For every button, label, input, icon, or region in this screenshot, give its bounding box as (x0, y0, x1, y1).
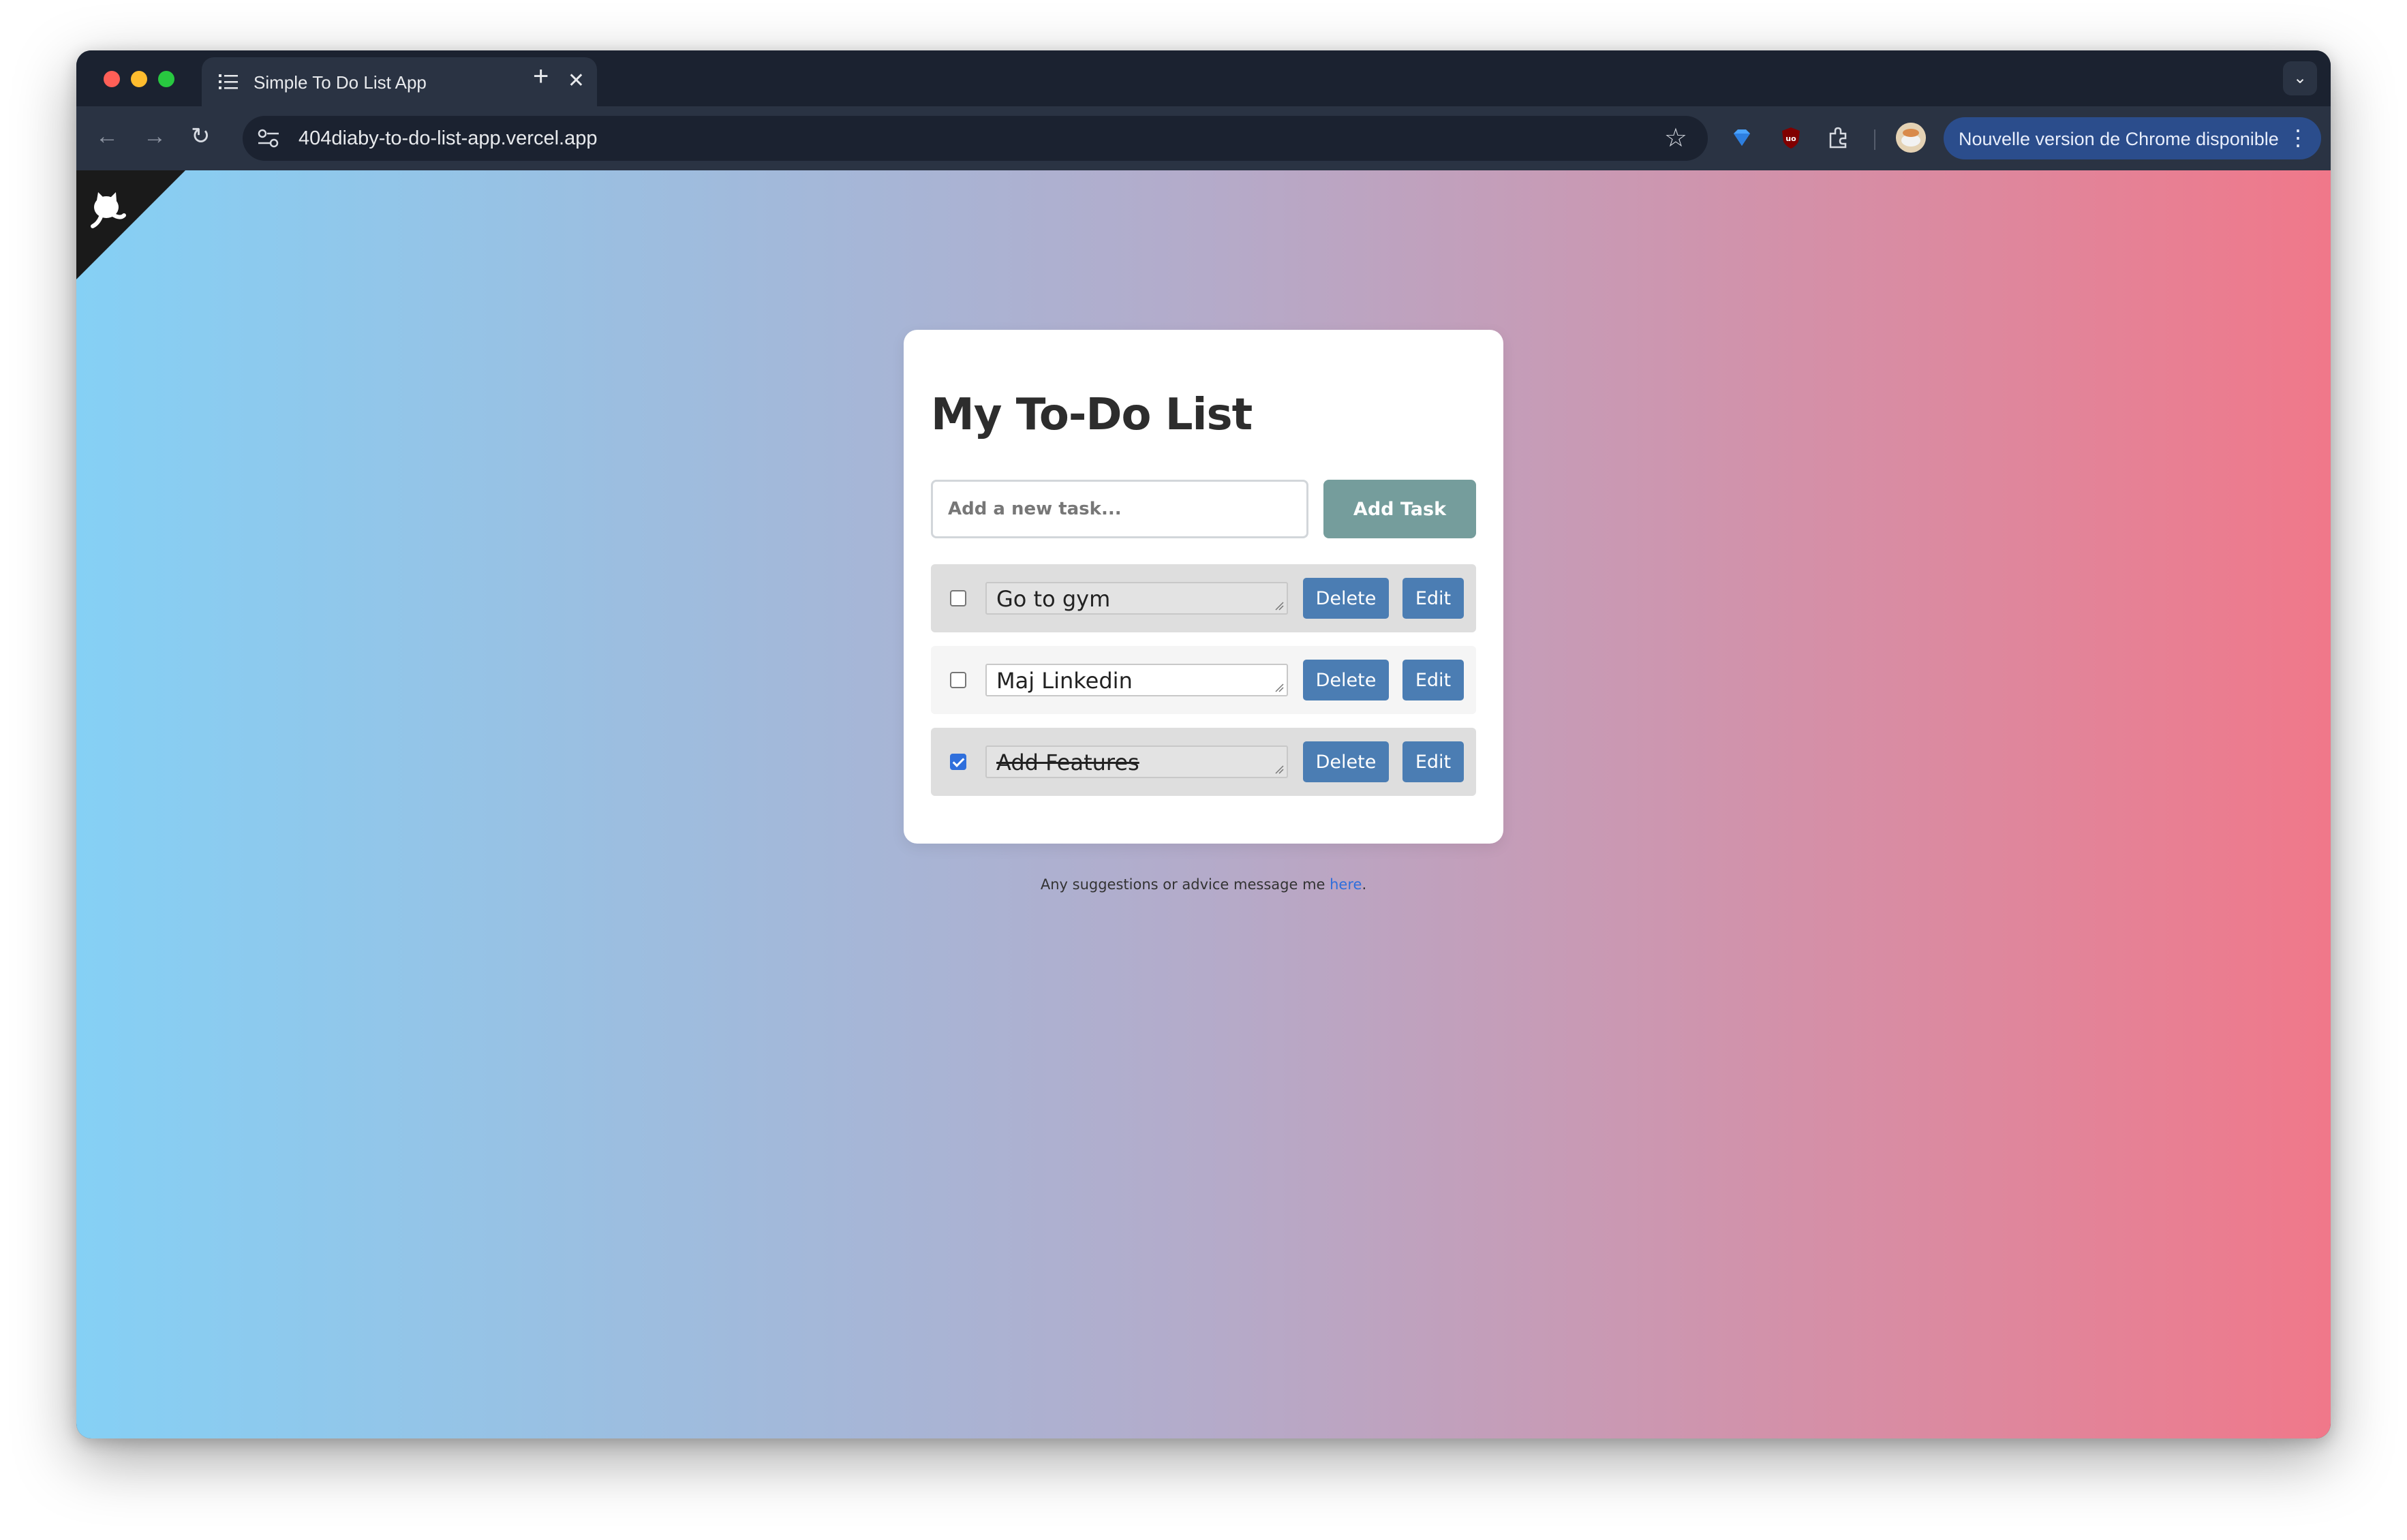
close-icon[interactable]: ✕ (568, 70, 585, 93)
minimize-window-button[interactable] (131, 71, 147, 87)
browser-window: Simple To Do List App ✕ + ⌄ ← → ↻ 404dia… (76, 50, 2331, 1438)
gem-extension-icon[interactable] (1728, 124, 1756, 151)
browser-toolbar: ← → ↻ 404diaby-to-do-list-app.vercel.app… (76, 106, 2331, 170)
update-label: Nouvelle version de Chrome disponible (1959, 129, 2279, 149)
footer-text: Any suggestions or advice message me (1040, 876, 1330, 893)
avatar[interactable] (1896, 123, 1926, 153)
github-octocat-icon[interactable] (86, 184, 134, 232)
url-text: 404diaby-to-do-list-app.vercel.app (298, 127, 598, 149)
edit-button[interactable]: Edit (1402, 660, 1464, 700)
close-window-button[interactable] (104, 71, 120, 87)
kebab-icon[interactable]: ⋮ (2287, 124, 2309, 151)
puzzle-icon[interactable] (1825, 124, 1852, 151)
edit-button[interactable]: Edit (1402, 741, 1464, 782)
task-item: Go to gym Delete Edit (931, 564, 1476, 632)
footer-note: Any suggestions or advice message me her… (76, 876, 2331, 893)
zoom-window-button[interactable] (158, 71, 174, 87)
footer-link[interactable]: here (1330, 876, 1362, 893)
task-checkbox[interactable] (950, 590, 966, 606)
delete-button[interactable]: Delete (1303, 660, 1389, 700)
task-checkbox[interactable] (950, 672, 966, 688)
page-title: My To-Do List (931, 390, 1253, 440)
task-text-field[interactable]: Maj Linkedin (985, 664, 1288, 696)
resize-handle-icon[interactable] (1274, 601, 1284, 611)
task-text: Go to gym (996, 586, 1111, 612)
task-text: Add Features (996, 750, 1139, 775)
svg-text:uo: uo (1785, 134, 1796, 143)
chrome-update-button[interactable]: Nouvelle version de Chrome disponible ⋮ (1944, 117, 2321, 159)
site-info-icon[interactable] (256, 127, 281, 150)
task-text-field[interactable]: Add Features (985, 745, 1288, 778)
task-item: Add Features Delete Edit (931, 728, 1476, 796)
edit-button[interactable]: Edit (1402, 578, 1464, 619)
resize-handle-icon[interactable] (1274, 683, 1284, 692)
add-task-button[interactable]: Add Task (1323, 480, 1476, 538)
task-text: Maj Linkedin (996, 668, 1133, 694)
address-bar[interactable]: 404diaby-to-do-list-app.vercel.app ☆ (243, 116, 1708, 161)
star-icon[interactable]: ☆ (1664, 124, 1687, 153)
reload-icon[interactable]: ↻ (191, 123, 211, 150)
tab-title: Simple To Do List App (254, 72, 427, 93)
delete-button[interactable]: Delete (1303, 741, 1389, 782)
todo-card: My To-Do List Add Task Go to gym Delete … (904, 330, 1503, 844)
forward-icon[interactable]: → (143, 123, 166, 150)
back-icon[interactable]: ← (95, 123, 119, 150)
plus-icon[interactable]: + (533, 60, 549, 93)
delete-button[interactable]: Delete (1303, 578, 1389, 619)
page-content: My To-Do List Add Task Go to gym Delete … (76, 170, 2331, 1438)
list-icon (219, 74, 238, 89)
task-item: Maj Linkedin Delete Edit (931, 646, 1476, 714)
task-input[interactable] (931, 480, 1308, 538)
tab-strip: Simple To Do List App ✕ + ⌄ (76, 50, 2331, 106)
chevron-down-icon[interactable]: ⌄ (2283, 61, 2317, 95)
toolbar-divider (1874, 129, 1875, 150)
task-checkbox[interactable] (950, 754, 966, 770)
resize-handle-icon[interactable] (1274, 765, 1284, 774)
ublock-icon[interactable]: uo (1777, 124, 1805, 151)
task-text-field[interactable]: Go to gym (985, 582, 1288, 615)
footer-trailing: . (1362, 876, 1367, 893)
